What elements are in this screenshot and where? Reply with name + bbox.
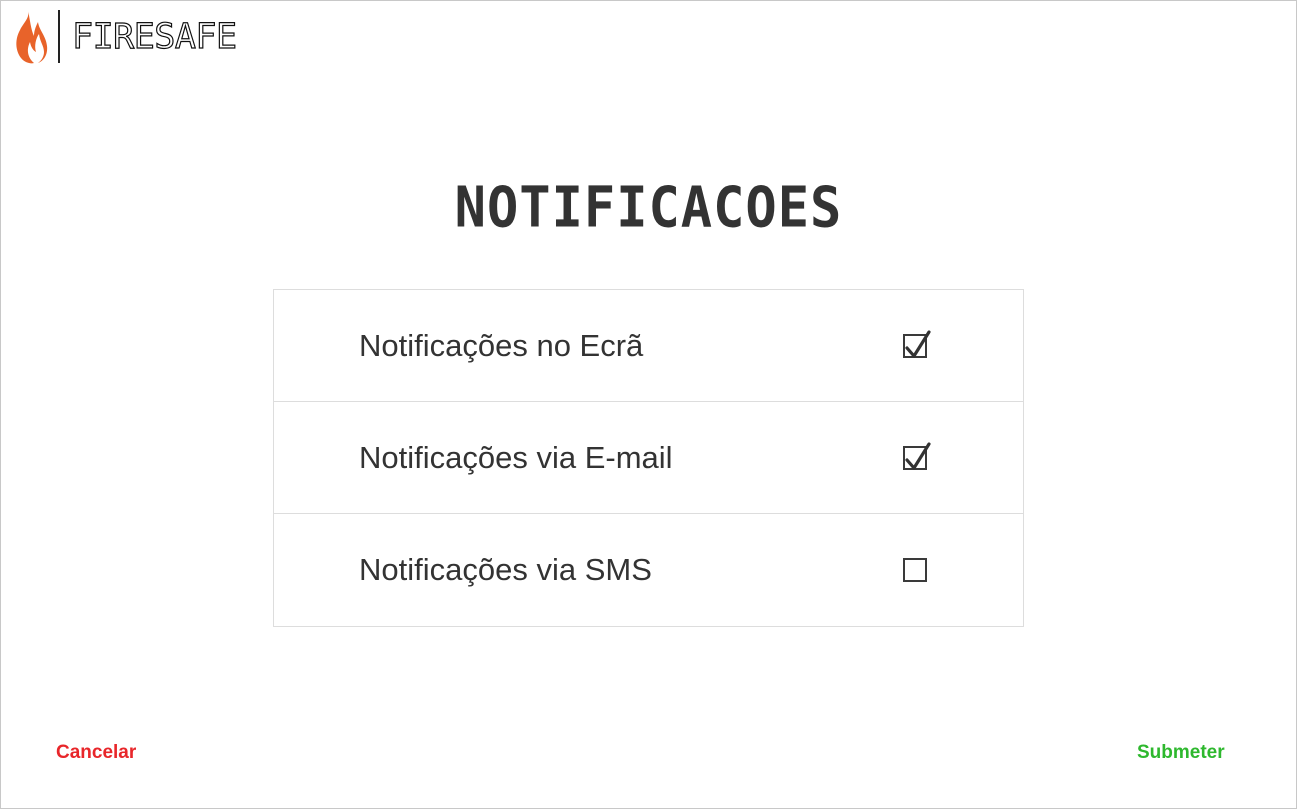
setting-row-sms: Notificações via SMS [274,514,1023,626]
setting-row-email: Notificações via E-mail [274,402,1023,514]
notification-settings-table: Notificações no Ecrã Notificações via E-… [273,289,1024,627]
submit-button[interactable]: Submeter [1137,742,1225,764]
checkbox-screen-notifications[interactable] [903,330,931,358]
checkbox-sms-notifications[interactable] [903,558,927,582]
checkbox-email-notifications[interactable] [903,442,931,470]
checkmark-icon [905,330,931,358]
setting-label-screen: Notificações no Ecrã [359,328,644,363]
flame-icon [16,10,48,64]
cancel-button[interactable]: Cancelar [56,742,136,764]
logo-divider [58,9,60,63]
brand-wordmark: FIRESAFE [72,19,244,53]
checkmark-icon [905,442,931,470]
brand-name: FIRESAFE [72,19,237,53]
page-title: NOTIFICACOES [454,175,843,241]
setting-label-sms: Notificações via SMS [359,552,652,587]
setting-label-email: Notificações via E-mail [359,440,673,475]
setting-row-screen: Notificações no Ecrã [274,290,1023,402]
firesafe-logo: FIRESAFE [14,8,244,64]
